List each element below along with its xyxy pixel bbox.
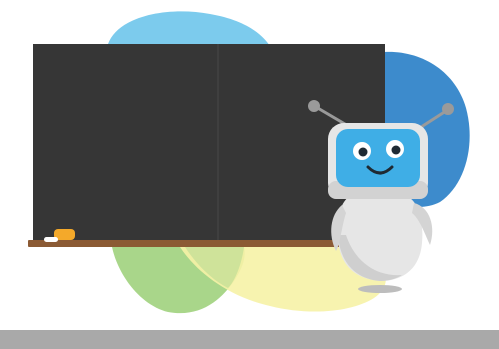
robot-body — [337, 195, 423, 281]
chalkboard-seam — [217, 44, 219, 243]
robot-antenna-right — [417, 109, 447, 131]
robot-antenna-right-ball — [442, 103, 454, 115]
robot-face-screen — [336, 129, 420, 187]
robot-shadow — [358, 285, 402, 293]
robot-antenna-left-ball — [308, 100, 320, 112]
robot-mascot-icon — [308, 100, 454, 293]
chalk-white-icon — [44, 237, 58, 242]
robot-pupil-right — [391, 145, 401, 155]
illustration-stage — [0, 0, 499, 349]
light-blue-blob — [108, 11, 270, 46]
footer-bar — [0, 330, 499, 349]
robot-pupil-left — [358, 147, 368, 157]
